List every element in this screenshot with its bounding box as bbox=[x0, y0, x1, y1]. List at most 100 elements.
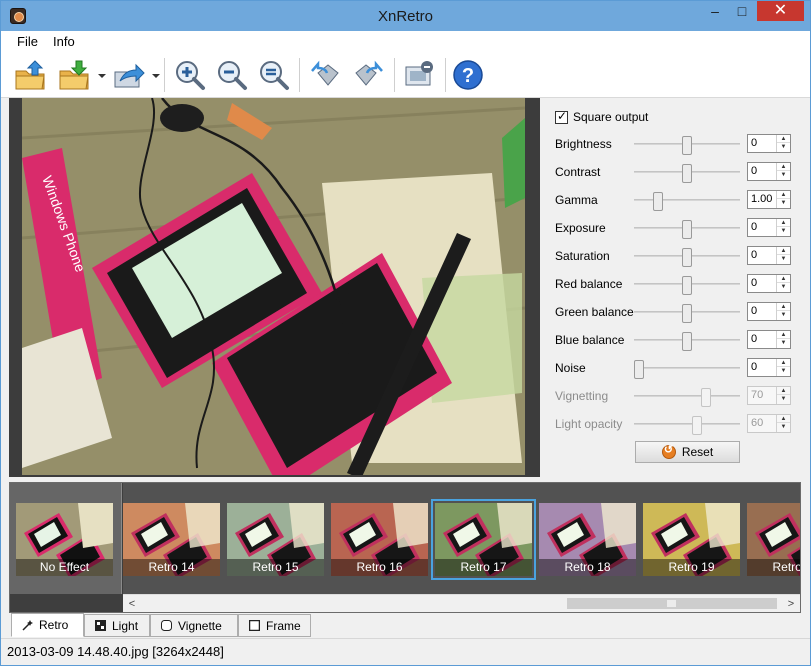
wallpaper-button[interactable] bbox=[402, 58, 438, 92]
spin-buttons[interactable]: ▲ ▼ bbox=[776, 163, 790, 180]
spinbox-value[interactable]: 0 bbox=[751, 137, 757, 149]
open-button[interactable] bbox=[13, 58, 49, 92]
spin-up-icon[interactable]: ▲ bbox=[777, 191, 790, 199]
spinbox-value[interactable]: 0 bbox=[751, 333, 757, 345]
spin-buttons[interactable]: ▲ ▼ bbox=[776, 219, 790, 236]
slider-thumb[interactable] bbox=[682, 136, 692, 155]
effect-thumb-retro-17[interactable]: Retro 17 bbox=[431, 499, 536, 580]
spin-down-icon[interactable]: ▼ bbox=[777, 255, 790, 263]
slider-thumb[interactable] bbox=[682, 164, 692, 183]
spin-down-icon[interactable]: ▼ bbox=[777, 367, 790, 375]
spin-buttons[interactable]: ▲ ▼ bbox=[776, 359, 790, 376]
spin-buttons[interactable]: ▲ ▼ bbox=[776, 191, 790, 208]
tab-frame[interactable]: Frame bbox=[238, 614, 311, 637]
spin-up-icon[interactable]: ▲ bbox=[777, 219, 790, 227]
minimize-button[interactable]: – bbox=[701, 1, 729, 21]
slider-thumb[interactable] bbox=[634, 360, 644, 379]
scroll-thumb[interactable] bbox=[567, 598, 777, 609]
tab-retro[interactable]: Retro bbox=[11, 613, 84, 637]
spinbox-value[interactable]: 0 bbox=[751, 305, 757, 317]
spin-buttons[interactable]: ▲ ▼ bbox=[776, 275, 790, 292]
effect-thumb-retro-15[interactable]: Retro 15 bbox=[227, 503, 324, 576]
saturation-spinbox[interactable]: 0 ▲ ▼ bbox=[747, 246, 791, 265]
square-output-row[interactable]: Square output bbox=[555, 109, 648, 124]
spin-buttons[interactable]: ▲ ▼ bbox=[776, 247, 790, 264]
brightness-slider[interactable] bbox=[634, 136, 740, 155]
contrast-spinbox[interactable]: 0 ▲ ▼ bbox=[747, 162, 791, 181]
help-button[interactable]: ? bbox=[450, 58, 486, 92]
spin-up-icon[interactable]: ▲ bbox=[777, 275, 790, 283]
slider-thumb[interactable] bbox=[682, 276, 692, 295]
spin-up-icon[interactable]: ▲ bbox=[777, 331, 790, 339]
slider-thumb[interactable] bbox=[682, 220, 692, 239]
slider-thumb[interactable] bbox=[682, 332, 692, 351]
effect-thumb-retro-16[interactable]: Retro 16 bbox=[331, 503, 428, 576]
spin-down-icon[interactable]: ▼ bbox=[777, 199, 790, 207]
gamma-slider[interactable] bbox=[634, 192, 740, 211]
exposure-slider[interactable] bbox=[634, 220, 740, 239]
gamma-spinbox[interactable]: 1.00 ▲ ▼ bbox=[747, 190, 791, 209]
tab-vignette[interactable]: Vignette bbox=[150, 614, 238, 637]
title-bar[interactable]: XnRetro – □ ✕ bbox=[1, 1, 810, 31]
spinbox-value[interactable]: 0 bbox=[751, 221, 757, 233]
spin-up-icon[interactable]: ▲ bbox=[777, 163, 790, 171]
rotate-left-button[interactable] bbox=[307, 58, 343, 92]
spin-down-icon[interactable]: ▼ bbox=[777, 227, 790, 235]
slider-thumb[interactable] bbox=[682, 304, 692, 323]
square-output-checkbox[interactable] bbox=[555, 109, 568, 124]
spin-up-icon[interactable]: ▲ bbox=[777, 135, 790, 143]
red-balance-slider[interactable] bbox=[634, 276, 740, 295]
save-dropdown-icon[interactable] bbox=[98, 72, 106, 80]
maximize-button[interactable]: □ bbox=[729, 1, 755, 21]
saturation-slider[interactable] bbox=[634, 248, 740, 267]
photo-canvas[interactable]: Windows Phone bbox=[22, 98, 525, 475]
spin-down-icon[interactable]: ▼ bbox=[777, 311, 790, 319]
spinbox-value[interactable]: 0 bbox=[751, 277, 757, 289]
scroll-right-icon[interactable]: > bbox=[784, 597, 798, 611]
spin-up-icon[interactable]: ▲ bbox=[777, 303, 790, 311]
menu-file[interactable]: File bbox=[17, 34, 38, 49]
contrast-slider[interactable] bbox=[634, 164, 740, 183]
zoom-in-button[interactable] bbox=[172, 58, 208, 92]
brightness-spinbox[interactable]: 0 ▲ ▼ bbox=[747, 134, 791, 153]
close-button[interactable]: ✕ bbox=[757, 1, 804, 21]
zoom-out-button[interactable] bbox=[214, 58, 250, 92]
spin-up-icon[interactable]: ▲ bbox=[777, 359, 790, 367]
blue-balance-slider[interactable] bbox=[634, 332, 740, 351]
green-balance-slider[interactable] bbox=[634, 304, 740, 323]
spinbox-value[interactable]: 0 bbox=[751, 361, 757, 373]
spin-down-icon[interactable]: ▼ bbox=[777, 339, 790, 347]
spin-up-icon[interactable]: ▲ bbox=[777, 247, 790, 255]
noise-spinbox[interactable]: 0 ▲ ▼ bbox=[747, 358, 791, 377]
menu-info[interactable]: Info bbox=[53, 34, 75, 49]
rotate-right-button[interactable] bbox=[351, 58, 387, 92]
tab-light[interactable]: Light bbox=[84, 614, 150, 637]
effect-thumb-retro-14[interactable]: Retro 14 bbox=[123, 503, 220, 576]
slider-thumb[interactable] bbox=[653, 192, 663, 211]
exposure-spinbox[interactable]: 0 ▲ ▼ bbox=[747, 218, 791, 237]
effect-thumb-no-effect[interactable]: No Effect bbox=[16, 503, 113, 576]
spinbox-value[interactable]: 0 bbox=[751, 249, 757, 261]
spin-down-icon[interactable]: ▼ bbox=[777, 283, 790, 291]
effect-thumb-retro-19[interactable]: Retro 19 bbox=[643, 503, 740, 576]
reset-button[interactable]: Reset bbox=[635, 441, 740, 463]
slider-thumb[interactable] bbox=[682, 248, 692, 267]
spin-down-icon[interactable]: ▼ bbox=[777, 171, 790, 179]
red-balance-spinbox[interactable]: 0 ▲ ▼ bbox=[747, 274, 791, 293]
spinbox-value[interactable]: 1.00 bbox=[751, 193, 772, 205]
noise-slider[interactable] bbox=[634, 360, 740, 379]
spin-buttons[interactable]: ▲ ▼ bbox=[776, 331, 790, 348]
zoom-fit-button[interactable] bbox=[256, 58, 292, 92]
filmstrip-scrollbar[interactable]: < > bbox=[123, 594, 800, 612]
scroll-left-icon[interactable]: < bbox=[125, 597, 139, 611]
spin-buttons[interactable]: ▲ ▼ bbox=[776, 135, 790, 152]
spinbox-value[interactable]: 0 bbox=[751, 165, 757, 177]
share-button[interactable] bbox=[111, 58, 147, 92]
blue-balance-spinbox[interactable]: 0 ▲ ▼ bbox=[747, 330, 791, 349]
save-button[interactable] bbox=[57, 58, 93, 92]
effect-thumb-retro-18[interactable]: Retro 18 bbox=[539, 503, 636, 576]
spin-buttons[interactable]: ▲ ▼ bbox=[776, 303, 790, 320]
share-dropdown-icon[interactable] bbox=[152, 72, 160, 80]
green-balance-spinbox[interactable]: 0 ▲ ▼ bbox=[747, 302, 791, 321]
spin-down-icon[interactable]: ▼ bbox=[777, 143, 790, 151]
